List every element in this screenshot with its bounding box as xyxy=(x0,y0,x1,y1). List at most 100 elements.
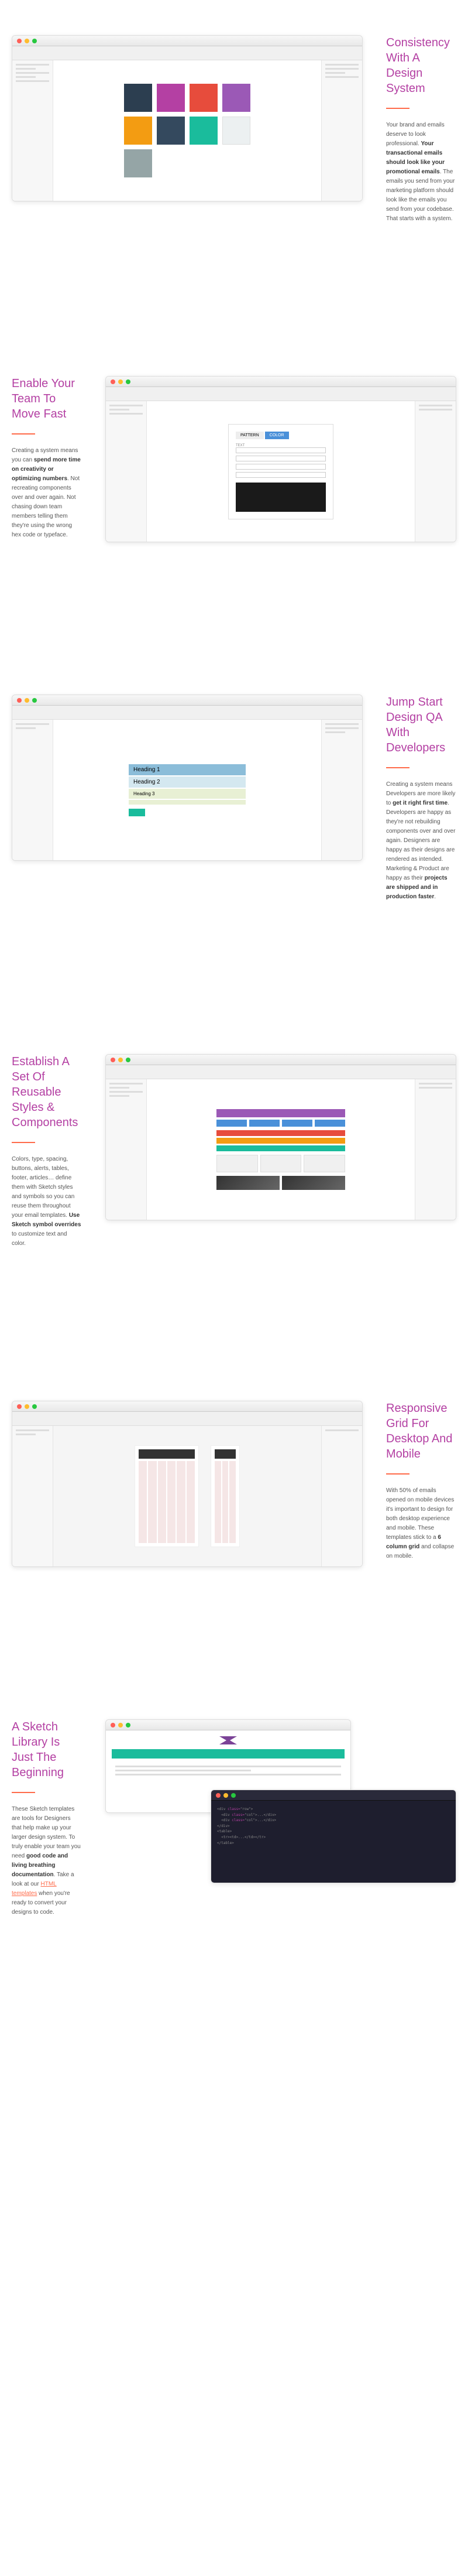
window-titlebar xyxy=(211,1790,456,1801)
section-heading: A Sketch Library Is Just The Beginning xyxy=(12,1719,82,1780)
grid-column xyxy=(215,1461,221,1543)
window-body xyxy=(12,1426,362,1566)
grid-column xyxy=(167,1461,176,1543)
inspector-panel xyxy=(321,1426,362,1566)
window-toolbar xyxy=(106,1065,456,1079)
alert-bar xyxy=(216,1138,345,1144)
layers-panel xyxy=(12,720,53,860)
color-swatch xyxy=(157,84,185,112)
section-heading: Enable Your Team To Move Fast xyxy=(12,376,82,422)
dual-window-stack: <div class="row"> <div class="col">...</… xyxy=(105,1719,456,1883)
color-swatch-grid xyxy=(124,84,250,177)
window-titlebar xyxy=(12,36,362,46)
image-column: Heading 1 Heading 2 Heading 3 xyxy=(12,695,363,861)
section-heading: Establish A Set Of Reusable Styles & Com… xyxy=(12,1054,82,1130)
minimize-icon xyxy=(118,1058,123,1062)
color-swatch xyxy=(157,117,185,145)
headings-preview: Heading 1 Heading 2 Heading 3 xyxy=(129,764,246,816)
minimize-icon xyxy=(25,1404,29,1409)
nav-item xyxy=(282,1120,312,1127)
section-reusable: Establish A Set Of Reusable Styles & Com… xyxy=(0,1019,468,1366)
minimize-icon xyxy=(118,379,123,384)
layers-panel xyxy=(12,1426,53,1566)
card xyxy=(304,1155,345,1172)
window-body: Heading 1 Heading 2 Heading 3 xyxy=(12,720,362,860)
layers-panel xyxy=(12,60,53,201)
heading-divider xyxy=(386,108,410,109)
sketch-window-headings: Heading 1 Heading 2 Heading 3 xyxy=(12,695,363,861)
zoom-icon xyxy=(126,1058,130,1062)
inspector-panel xyxy=(415,401,456,542)
form-preview: PATTERN COLOR TEXT xyxy=(228,424,333,519)
section-body: These Sketch templates are tools for Des… xyxy=(12,1805,82,1917)
color-swatch xyxy=(222,117,250,145)
card xyxy=(260,1155,302,1172)
heading-divider xyxy=(12,1142,35,1143)
logo-block xyxy=(215,1449,236,1459)
alert-bar xyxy=(216,1145,345,1151)
close-icon xyxy=(17,39,22,43)
inspector-panel xyxy=(415,1079,456,1220)
nav-item xyxy=(315,1120,345,1127)
grid-columns xyxy=(215,1461,236,1543)
form-field xyxy=(236,456,326,461)
form-field xyxy=(236,472,326,478)
sketch-window-form: PATTERN COLOR TEXT xyxy=(105,376,456,542)
section-enable-team: Enable Your Team To Move Fast Creating a… xyxy=(0,341,468,659)
color-swatch xyxy=(124,149,152,177)
body-text-post: . The emails you send from your marketin… xyxy=(386,169,455,222)
grid-column xyxy=(177,1461,185,1543)
window-body: PATTERN COLOR TEXT xyxy=(106,401,456,542)
window-body xyxy=(106,1079,456,1220)
color-swatch xyxy=(190,84,218,112)
image-column xyxy=(105,1054,456,1220)
canvas xyxy=(147,1079,415,1220)
grid-column xyxy=(222,1461,229,1543)
card-row xyxy=(216,1155,345,1172)
close-icon xyxy=(111,1723,115,1727)
traffic-lights xyxy=(17,1404,37,1409)
window-toolbar xyxy=(12,1412,362,1426)
window-titlebar xyxy=(12,695,362,706)
image-placeholder xyxy=(216,1176,280,1190)
body-text-post: . xyxy=(434,894,436,900)
image-row xyxy=(216,1176,345,1190)
section-body: With 50% of emails opened on mobile devi… xyxy=(386,1486,456,1561)
component-header xyxy=(216,1109,345,1117)
image-column: PATTERN COLOR TEXT xyxy=(105,376,456,542)
traffic-lights xyxy=(111,379,130,384)
minimize-icon xyxy=(25,698,29,703)
color-swatch xyxy=(222,84,250,112)
grid-column xyxy=(187,1461,195,1543)
body-text-post: . Not recreating components over and ove… xyxy=(12,475,80,538)
heading-2-row: Heading 2 xyxy=(129,776,246,788)
tab-pattern: PATTERN xyxy=(236,432,264,439)
section-design-qa: Jump Start Design QA With Developers Cre… xyxy=(0,659,468,1019)
section-body: Creating a system means you can spend mo… xyxy=(12,446,82,540)
grid-column xyxy=(229,1461,236,1543)
zoom-icon xyxy=(231,1793,236,1798)
window-body xyxy=(12,60,362,201)
window-toolbar xyxy=(12,706,362,720)
image-column xyxy=(12,1401,363,1567)
canvas xyxy=(53,60,321,201)
window-titlebar xyxy=(12,1401,362,1412)
close-icon xyxy=(111,1058,115,1062)
minimize-icon xyxy=(118,1723,123,1727)
grid-column xyxy=(158,1461,166,1543)
close-icon xyxy=(17,698,22,703)
heading-divider xyxy=(386,767,410,768)
desktop-artboard xyxy=(135,1445,199,1547)
bowtie-icon xyxy=(219,1736,237,1744)
traffic-lights xyxy=(111,1058,130,1062)
nav-item xyxy=(249,1120,280,1127)
heading-divider xyxy=(12,433,35,435)
code-body: <div class="row"> <div class="col">...</… xyxy=(211,1801,456,1883)
close-icon xyxy=(216,1793,221,1798)
text-column: Enable Your Team To Move Fast Creating a… xyxy=(12,376,82,540)
card xyxy=(216,1155,258,1172)
tab-color: COLOR xyxy=(265,432,289,439)
email-header-bar xyxy=(112,1749,345,1759)
color-swatch xyxy=(190,117,218,145)
section-body: Creating a system means Developers are m… xyxy=(386,780,456,902)
